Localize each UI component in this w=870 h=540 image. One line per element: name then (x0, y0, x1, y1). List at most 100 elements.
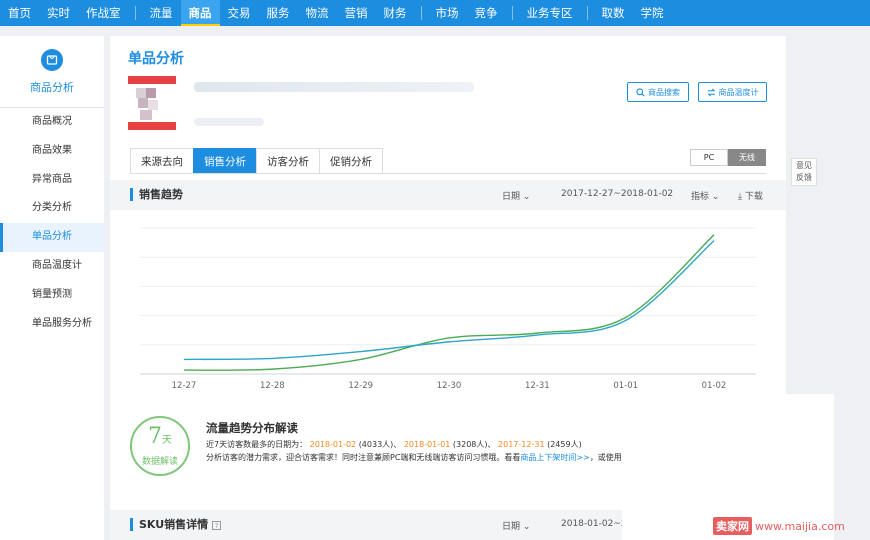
download-button[interactable]: ⤓ 下载 (738, 189, 763, 202)
nav-item-academy[interactable]: 学院 (633, 0, 672, 26)
product-meta-blurred (194, 118, 264, 126)
nav-item-market[interactable]: 市场 (428, 0, 467, 26)
nav-separator (420, 6, 422, 20)
nav-item-trade[interactable]: 交易 (220, 0, 259, 26)
feedback-tab[interactable]: 意见 反馈 (791, 158, 817, 186)
sku-date-label: 日期 (502, 522, 521, 532)
sidebar-item-category-analysis[interactable]: 分类分析 (0, 194, 104, 223)
tab-promotion-analysis[interactable]: 促销分析 (319, 148, 383, 174)
nav-separator (134, 6, 136, 20)
sidebar-title: 商品分析 (30, 80, 74, 94)
nav-item-product[interactable]: 商品 (180, 0, 220, 26)
sales-trend-title: 销售趋势 (130, 188, 183, 201)
product-search-label: 商品搜索 (648, 87, 680, 97)
product-thumbnail[interactable] (128, 76, 176, 132)
sidebar-item-product-effect[interactable]: 商品效果 (0, 137, 104, 166)
chart-series (183, 234, 715, 371)
tab-divider (130, 173, 766, 174)
peak-date: 2017-12-31 (498, 440, 545, 449)
interpretation-title: 流量趋势分布解读 (206, 421, 298, 435)
date-range: 2017-12-27~2018-01-02 (561, 189, 674, 199)
download-label: 下载 (744, 192, 763, 202)
nav-item-finance[interactable]: 财务 (376, 0, 415, 26)
x-tick-label: 01-01 (613, 381, 638, 391)
nav-item-data-fetch[interactable]: 取数 (594, 0, 633, 26)
peak-count: (3208人) (452, 440, 488, 449)
wireless-toggle-option[interactable]: 无线 (728, 149, 766, 166)
series-line-2 (183, 240, 715, 361)
peak-date: 2018-01-02 (309, 440, 357, 449)
tab-sales-analysis[interactable]: 销售分析 (193, 148, 256, 174)
nav-item-realtime[interactable]: 实时 (39, 0, 78, 26)
sidebar-menu: 商品概况 商品效果 异常商品 分类分析 单品分析 商品温度计 销量预测 单品服务… (0, 108, 104, 338)
listing-time-link[interactable]: 商品上下架时间>> (520, 453, 589, 462)
sidebar-item-product-overview[interactable]: 商品概况 (0, 108, 104, 137)
x-tick-label: 12-29 (348, 381, 373, 391)
top-navigation: 首页 实时 作战室 流量 商品 交易 服务 物流 营销 财务 市场 竞争 业务专… (0, 0, 870, 26)
product-analysis-icon (41, 48, 63, 71)
nav-item-competition[interactable]: 竞争 (467, 0, 506, 26)
badge-number: 7 (148, 423, 162, 449)
help-icon[interactable]: ? (212, 521, 222, 530)
sidebar-header: 商品分析 (0, 36, 104, 108)
watermark-logo: 卖家网 (713, 517, 752, 535)
nav-item-traffic[interactable]: 流量 (142, 0, 181, 26)
x-tick-label: 12-27 (172, 381, 197, 391)
device-toggle: PC 无线 (690, 149, 766, 166)
download-icon: ⤓ (738, 192, 742, 202)
pc-toggle-option[interactable]: PC (690, 149, 728, 166)
watermark-url: www.maijia.com (755, 520, 845, 533)
x-tick-label: 12-28 (260, 381, 285, 391)
product-search-button[interactable]: 商品搜索 (627, 82, 689, 102)
feedback-line2: 反馈 (796, 173, 812, 182)
peak-count: (4033人) (358, 440, 394, 449)
peaks-prefix: 近7天访客数最多的日期为： (206, 440, 308, 449)
sales-trend-chart: 12-27 12-28 12-29 12-30 12-31 01-01 01-02 (140, 227, 756, 391)
peak-date: 2018-01-01 (403, 440, 451, 449)
product-thermometer-label: 商品温度计 (718, 87, 759, 97)
sidebar-item-product-thermometer[interactable]: 商品温度计 (0, 252, 104, 281)
metric-dropdown-label: 指标 (691, 192, 710, 202)
tab-source-destination[interactable]: 来源去向 (130, 148, 193, 174)
sidebar-item-abnormal-products[interactable]: 异常商品 (0, 166, 104, 195)
feedback-line1: 意见 (796, 161, 812, 170)
nav-item-business-zone[interactable]: 业务专区 (519, 0, 581, 26)
chevron-down-icon: ⌄ (522, 522, 531, 532)
sku-sales-title: SKU销售详情 ? (130, 518, 222, 531)
x-tick-label: 01-02 (702, 381, 727, 391)
nav-item-service[interactable]: 服务 (259, 0, 298, 26)
chart-x-ticks: 12-27 12-28 12-29 12-30 12-31 01-01 01-02 (172, 381, 727, 391)
chart-grid (140, 227, 756, 375)
page-title: 单品分析 (128, 51, 184, 67)
date-dropdown-label: 日期 (502, 192, 521, 202)
sidebar: 商品分析 商品概况 商品效果 异常商品 分类分析 单品分析 商品温度计 销量预测… (0, 36, 104, 540)
nav-separator (511, 6, 513, 20)
nav-item-marketing[interactable]: 营销 (337, 0, 376, 26)
x-tick-label: 12-30 (437, 381, 462, 391)
date-dropdown[interactable]: 日期 ⌄ (502, 189, 530, 202)
sku-date-dropdown[interactable]: 日期 ⌄ (502, 519, 530, 532)
sidebar-item-single-product-analysis[interactable]: 单品分析 (0, 223, 104, 252)
tab-visitor-analysis[interactable]: 访客分析 (256, 148, 319, 174)
interpretation-advice: 分析访客的潜力需求，迎合访客需求！同时注意兼顾PC端和无线端访客访问习惯哦。看看… (206, 452, 638, 463)
sku-title-text: SKU销售详情 (139, 518, 209, 531)
sales-trend-header: 销售趋势 日期 ⌄ 2017-12-27~2018-01-02 指标 ⌄ ⤓ 下… (110, 180, 786, 210)
analysis-tabs: 来源去向 销售分析 访客分析 促销分析 (130, 148, 383, 174)
advice-text: 分析访客的潜力需求，迎合访客需求！同时注意兼顾PC端和无线端访客访问习惯哦。看看 (206, 453, 521, 462)
search-icon (636, 87, 645, 96)
nav-item-home[interactable]: 首页 (0, 0, 39, 26)
x-tick-label: 12-31 (525, 381, 550, 391)
badge-label: 数据解读 (141, 456, 178, 467)
nav-item-war-room[interactable]: 作战室 (78, 0, 129, 26)
chevron-down-icon: ⌄ (711, 192, 720, 202)
nav-item-logistics[interactable]: 物流 (298, 0, 337, 26)
product-thermometer-button[interactable]: 商品温度计 (698, 82, 767, 102)
sidebar-item-sales-forecast[interactable]: 销量预测 (0, 281, 104, 310)
peak-count: (2459人) (547, 440, 582, 449)
nav-separator (586, 6, 588, 20)
seven-day-badge: 7天 数据解读 (130, 416, 190, 476)
sidebar-item-single-service-analysis[interactable]: 单品服务分析 (0, 310, 104, 339)
chevron-down-icon: ⌄ (522, 192, 531, 202)
metric-dropdown[interactable]: 指标 ⌄ (691, 189, 719, 202)
product-name-blurred (194, 82, 474, 92)
